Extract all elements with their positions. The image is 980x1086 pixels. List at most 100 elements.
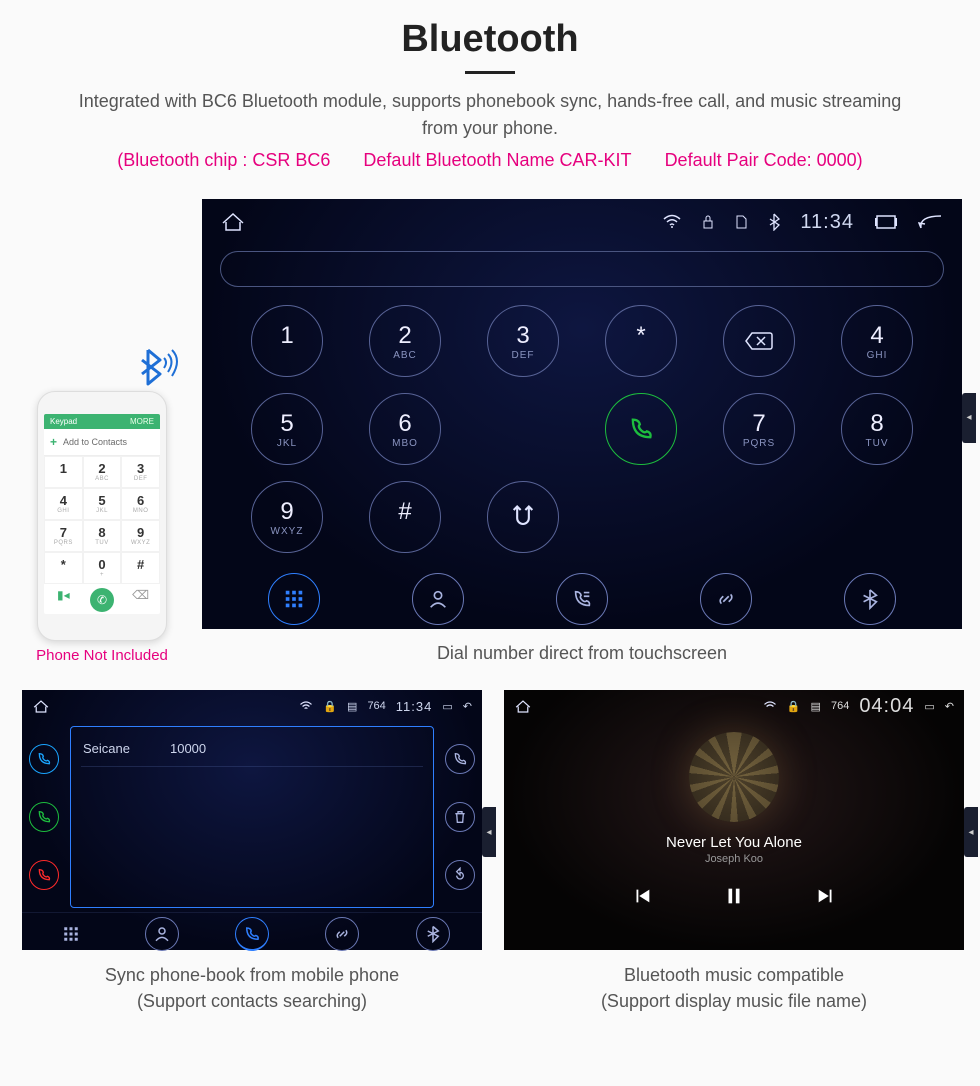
sync-button[interactable] [445, 860, 475, 890]
divider [465, 71, 515, 74]
back-icon[interactable]: ↶ [945, 700, 954, 713]
bt-name: Default Bluetooth Name CAR-KIT [363, 150, 631, 170]
track-title: Never Let You Alone [666, 834, 802, 851]
phone-key-4[interactable]: 4GHI [44, 488, 83, 520]
play-pause-button[interactable] [723, 885, 745, 907]
dial-key-5[interactable]: 5JKL [251, 393, 323, 465]
dialer-caption: Dial number direct from touchscreen [202, 643, 962, 664]
phone-key-6[interactable]: 6MNO [121, 488, 160, 520]
incoming-call-icon[interactable] [29, 744, 59, 774]
dial-key-*[interactable]: * [605, 305, 677, 377]
nav-bluetooth[interactable] [416, 917, 450, 951]
phone-key-3[interactable]: 3DEF [121, 456, 160, 488]
contact-list[interactable]: Seicane 10000 [70, 726, 434, 908]
sd-card-icon [734, 214, 748, 230]
video-call-icon[interactable]: ▮◂ [44, 588, 83, 612]
phone-key-1[interactable]: 1 [44, 456, 83, 488]
bt-pair: Default Pair Code: 0000) [665, 150, 863, 170]
music-caption: Bluetooth music compatible (Support disp… [504, 962, 964, 1014]
subtitle: Integrated with BC6 Bluetooth module, su… [0, 88, 980, 148]
delete-button[interactable] [445, 802, 475, 832]
nav-call-log[interactable] [556, 573, 608, 625]
dial-key-7[interactable]: 7PQRS [723, 393, 795, 465]
back-icon[interactable] [918, 213, 944, 231]
phone-key-2[interactable]: 2ABC [83, 456, 122, 488]
phone-key-0[interactable]: 0+ [83, 552, 122, 584]
clock: 11:34 [800, 211, 854, 234]
side-drawer-handle[interactable]: ◂ [964, 807, 978, 857]
phone-tab-keypad: Keypad [50, 417, 77, 426]
side-drawer-handle[interactable]: ◂ [962, 393, 976, 443]
home-icon[interactable] [514, 699, 532, 714]
dial-button[interactable] [445, 744, 475, 774]
bluetooth-signal-icon [134, 342, 180, 392]
call-button[interactable]: ✆ [83, 588, 122, 612]
recents-icon[interactable]: ▭ [924, 700, 934, 713]
music-screen: 🔒 ▤ 764 04:04 ▭ ↶ Never Let You Alone Jo… [504, 690, 964, 950]
dial-key-6[interactable]: 6MBO [369, 393, 441, 465]
dial-key-#[interactable]: # [369, 481, 441, 553]
contact-row[interactable]: Seicane 10000 [81, 737, 423, 767]
phone-more: MORE [130, 417, 154, 426]
clock: 11:34 [396, 699, 433, 714]
status-bar: 11:34 [202, 199, 962, 245]
page-title: Bluetooth [0, 18, 980, 61]
lock-icon: 🔒 [323, 700, 337, 713]
recents-icon[interactable] [874, 213, 898, 231]
prev-track-button[interactable] [631, 885, 653, 907]
nav-link[interactable] [700, 573, 752, 625]
album-art [689, 732, 779, 822]
clock: 04:04 [859, 695, 914, 718]
nav-link[interactable] [325, 917, 359, 951]
phone-key-#[interactable]: # [121, 552, 160, 584]
nav-call-log[interactable] [235, 917, 269, 951]
dial-key-3[interactable]: 3DEF [487, 305, 559, 377]
dial-key-1[interactable]: 1 [251, 305, 323, 377]
phone-caption: Phone Not Included [18, 647, 186, 664]
backspace-icon[interactable]: ⌫ [121, 588, 160, 612]
dial-key-8[interactable]: 8TUV [841, 393, 913, 465]
sd-card-icon: ▤ [347, 700, 357, 713]
nav-bluetooth[interactable] [844, 573, 896, 625]
plus-icon: + [50, 435, 57, 449]
bluetooth-info: (Bluetooth chip : CSR BC6 Default Blueto… [0, 148, 980, 183]
phone-key-*[interactable]: * [44, 552, 83, 584]
backspace-button[interactable] [723, 305, 795, 377]
home-icon[interactable] [32, 699, 50, 714]
contact-number: 10000 [170, 741, 206, 756]
call-button[interactable] [605, 393, 677, 465]
lock-icon [702, 214, 714, 230]
sd-card-icon: ▤ [811, 700, 821, 713]
dial-key-9[interactable]: 9WXYZ [251, 481, 323, 553]
wifi-icon [763, 701, 777, 712]
number-input[interactable] [220, 251, 944, 287]
phonebook-screen: 🔒 ▤ 764 11:34 ▭ ↶ Seicane [22, 690, 482, 950]
back-icon[interactable]: ↶ [463, 700, 472, 713]
nav-keypad[interactable] [54, 917, 88, 951]
side-drawer-handle[interactable]: ◂ [482, 807, 496, 857]
dial-key-4[interactable]: 4GHI [841, 305, 913, 377]
nav-keypad[interactable] [268, 573, 320, 625]
phone-key-5[interactable]: 5JKL [83, 488, 122, 520]
dialer-screen: 11:34 1 2ABC 3DEF * 4GHI 5JKL 6MBO 7PQRS 8TUV 9WX… [202, 199, 962, 629]
outgoing-call-icon[interactable] [29, 802, 59, 832]
phone-key-7[interactable]: 7PQRS [44, 520, 83, 552]
nav-contacts[interactable] [412, 573, 464, 625]
bluetooth-icon: 764 [831, 700, 849, 712]
bluetooth-icon [768, 213, 780, 231]
swap-button[interactable] [487, 481, 559, 553]
add-to-contacts[interactable]: + Add to Contacts [44, 429, 160, 456]
bluetooth-icon: 764 [367, 700, 385, 712]
phone-key-8[interactable]: 8TUV [83, 520, 122, 552]
lock-icon: 🔒 [787, 700, 801, 713]
phone-key-9[interactable]: 9WXYZ [121, 520, 160, 552]
dial-key-2[interactable]: 2ABC [369, 305, 441, 377]
contact-name: Seicane [83, 741, 130, 756]
next-track-button[interactable] [815, 885, 837, 907]
recents-icon[interactable]: ▭ [442, 700, 452, 713]
missed-call-icon[interactable] [29, 860, 59, 890]
nav-contacts[interactable] [145, 917, 179, 951]
add-contacts-label: Add to Contacts [63, 437, 127, 447]
home-icon[interactable] [220, 211, 246, 233]
phonebook-caption: Sync phone-book from mobile phone (Suppo… [22, 962, 482, 1014]
